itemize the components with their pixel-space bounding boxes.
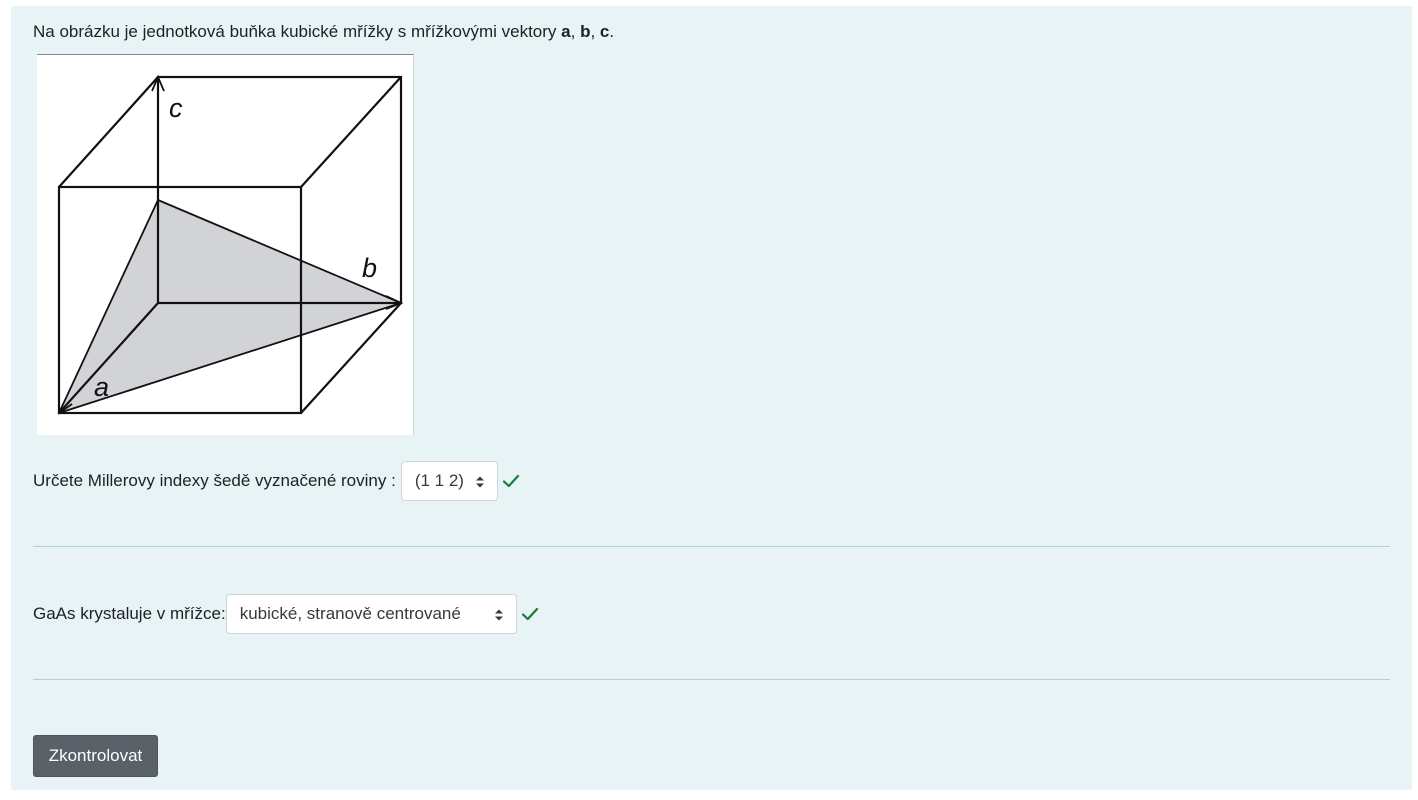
shaded-plane: [59, 200, 401, 413]
vector-b-label: b: [580, 22, 591, 41]
intro-text: Na obrázku je jednotková buňka kubické m…: [33, 22, 562, 41]
divider: [33, 679, 1390, 680]
separator-2: ,: [590, 22, 600, 41]
vector-a-label: a: [561, 22, 571, 41]
check-icon: [521, 607, 538, 621]
label-a: a: [94, 372, 109, 402]
cube-diagram: c b a: [57, 74, 404, 415]
question-panel: Na obrázku je jednotková buňka kubické m…: [11, 6, 1412, 790]
miller-index-selected-value: (1 1 2): [414, 471, 464, 490]
lattice-type-select[interactable]: kubické, stranově centrované: [225, 594, 517, 634]
label-c: c: [169, 93, 183, 123]
miller-index-label: Určete Millerovy indexy šedě vyznačené r…: [33, 471, 396, 490]
intro-end: .: [609, 22, 615, 41]
check-answers-button[interactable]: Zkontrolovat: [33, 735, 158, 777]
lattice-type-question: GaAs krystaluje v mřížce: kubické, stran…: [33, 593, 539, 635]
check-icon: [502, 474, 519, 488]
vector-c-label: c: [599, 22, 610, 41]
cube-edge-top-left: [58, 76, 159, 188]
lattice-type-label: GaAs krystaluje v mřížce:: [33, 604, 226, 623]
separator-1: ,: [570, 22, 581, 41]
cube-edge-top-right: [300, 76, 402, 188]
divider: [33, 546, 1390, 547]
select-caret-icon: [475, 476, 484, 488]
miller-index-question: Určete Millerovy indexy šedě vyznačené r…: [33, 460, 520, 502]
question-intro: Na obrázku je jednotková buňka kubické m…: [33, 21, 614, 43]
lattice-type-selected-value: kubické, stranově centrované: [239, 604, 461, 623]
unit-cell-figure: c b a: [37, 54, 414, 435]
select-caret-icon: [494, 609, 503, 621]
miller-index-select[interactable]: (1 1 2): [400, 461, 498, 501]
label-b: b: [362, 253, 377, 283]
